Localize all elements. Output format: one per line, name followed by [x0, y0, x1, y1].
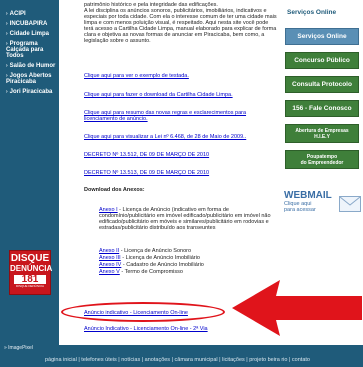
- sidebar-item-jogos-abertos[interactable]: › Jogos Abertos Piracicaba: [0, 71, 59, 87]
- footer-links[interactable]: página inicial | telefones úteis | notíc…: [45, 357, 310, 363]
- link-resumo-regras-cont[interactable]: licenciamento de anúncio.: [84, 116, 148, 122]
- annex-3-text: - Licença de Anúncio Imobiliário: [120, 255, 200, 261]
- sidebar-item-cidade-limpa[interactable]: › Cidade Limpa: [0, 29, 59, 39]
- sidebar-item-acipi[interactable]: › ACIPI: [0, 9, 59, 19]
- annex-4-text: - Cadastro de Anúncio Imobiliário: [121, 262, 204, 268]
- disque-line2: DENÚNCIA: [10, 264, 53, 273]
- intro-paragraph: A lei disciplina os anúncios sonoros, pu…: [84, 8, 277, 44]
- disque-denuncia-banner[interactable]: DISQUE DENÚNCIA 181 DISQUE DENÚNCIA: [9, 250, 53, 295]
- sidebar-item-salao-humor[interactable]: › Salão de Humor: [0, 61, 59, 71]
- annex-4-link[interactable]: Anexo IV: [99, 262, 121, 268]
- footer: » ImagePixel página inicial | telefones …: [0, 345, 363, 367]
- envelope-icon: [339, 196, 361, 212]
- services-title: Serviços Online: [287, 9, 337, 16]
- annex-4: Anexo IV - Cadastro de Anúncio Imobiliár…: [99, 262, 279, 268]
- servicos-online-button[interactable]: Serviços Online: [285, 28, 359, 45]
- annex-3: Anexo III - Licença de Anúncio Imobiliár…: [99, 255, 279, 261]
- annex-1: Anexo I - Licença de Anúncio (indicativo…: [99, 207, 279, 231]
- link-licenciamento-online-2via[interactable]: Anúncio Indicativo - Licenciamento On-li…: [84, 326, 208, 332]
- disque-number: 181: [14, 275, 46, 285]
- left-sidebar: › ACIPI › INCUBAPIRA › Cidade Limpa › Progra…: [0, 0, 59, 345]
- annex-2-link[interactable]: Anexo II: [99, 248, 119, 254]
- poupatempo-button[interactable]: Poupatempo do Empreendedor: [285, 150, 359, 169]
- download-title: Download dos Anexos:: [84, 187, 145, 193]
- link-decreto-13513[interactable]: DECRETO Nº 13.513, DE 09 DE MARÇO DE 201…: [84, 170, 209, 176]
- highlight-ellipse: [61, 302, 225, 322]
- annex-1-text: - Licença de Anúncio (indicativo em form…: [99, 207, 271, 231]
- annex-5-text: - Termo de Compromisso: [119, 269, 183, 275]
- link-lei-6468[interactable]: Clique aqui para visualizar a Lei nº 6.4…: [84, 134, 246, 140]
- disque-line1: DISQUE: [10, 253, 50, 264]
- link-exemplo-testada[interactable]: Clique aqui para ver o exemplo de testad…: [84, 73, 189, 79]
- annex-3-link[interactable]: Anexo III: [99, 255, 121, 261]
- sidebar-item-incubapira[interactable]: › INCUBAPIRA: [0, 19, 59, 29]
- disque-line4: DISQUE DENÚNCIA: [15, 284, 44, 288]
- annex-2: Anexo II - Licença de Anúncio Sonoro: [99, 248, 279, 254]
- annex-2-text: - Licença de Anúncio Sonoro: [119, 248, 192, 254]
- webmail-link[interactable]: WEBMAIL Clique aqui para acessar: [284, 190, 362, 228]
- link-decreto-13512[interactable]: DECRETO Nº 13.512, DE 09 DE MARÇO DE 201…: [84, 152, 209, 158]
- abertura-empresas-button[interactable]: Abertura de Empresas H.I.E.Y: [285, 124, 359, 143]
- consulta-protocolo-button[interactable]: Consulta Protocolo: [285, 76, 359, 93]
- fale-conosco-button[interactable]: 156 - Fale Conosco: [285, 100, 359, 117]
- imagepixel-credit[interactable]: » ImagePixel: [4, 345, 33, 351]
- concurso-publico-button[interactable]: Concurso Público: [285, 52, 359, 69]
- annex-5-link[interactable]: Anexo V: [99, 269, 120, 275]
- pointer-arrow-icon: [232, 280, 362, 336]
- annex-5: Anexo V - Termo de Compromisso: [99, 269, 279, 275]
- sidebar-item-calcada[interactable]: › Programa Calçada para Todos: [0, 39, 59, 61]
- sidebar-item-jori[interactable]: › Jori Piracicaba: [0, 87, 59, 97]
- link-download-cartilha[interactable]: Clique aqui para fazer o download da Car…: [84, 92, 233, 98]
